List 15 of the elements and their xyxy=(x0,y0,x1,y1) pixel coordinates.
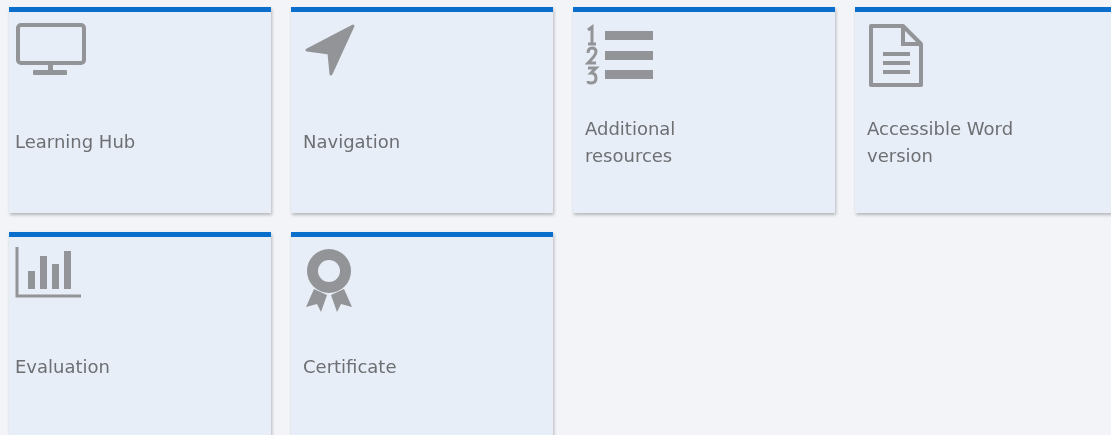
menu-tile[interactable]: Learning Hub xyxy=(9,7,271,213)
menu-tile[interactable]: Accessible Word version xyxy=(855,7,1111,213)
tile-label: Learning Hub xyxy=(15,130,136,155)
tile-label: Navigation xyxy=(303,130,401,155)
menu-tile[interactable]: Evaluation xyxy=(9,232,271,435)
menu-tile[interactable]: Navigation xyxy=(291,7,553,213)
menu-tile[interactable]: Certificate xyxy=(291,232,553,435)
tile-label: Accessible Word version xyxy=(867,117,1014,168)
tile-label: Additional resources xyxy=(585,117,676,168)
bar-chart-icon xyxy=(15,247,83,299)
tile-label: Evaluation xyxy=(15,355,110,380)
navigation-arrow-icon xyxy=(303,22,357,78)
award-ribbon-icon xyxy=(303,247,355,313)
tile-label: Certificate xyxy=(303,355,397,380)
menu-tile[interactable]: Additional resources xyxy=(573,7,835,213)
